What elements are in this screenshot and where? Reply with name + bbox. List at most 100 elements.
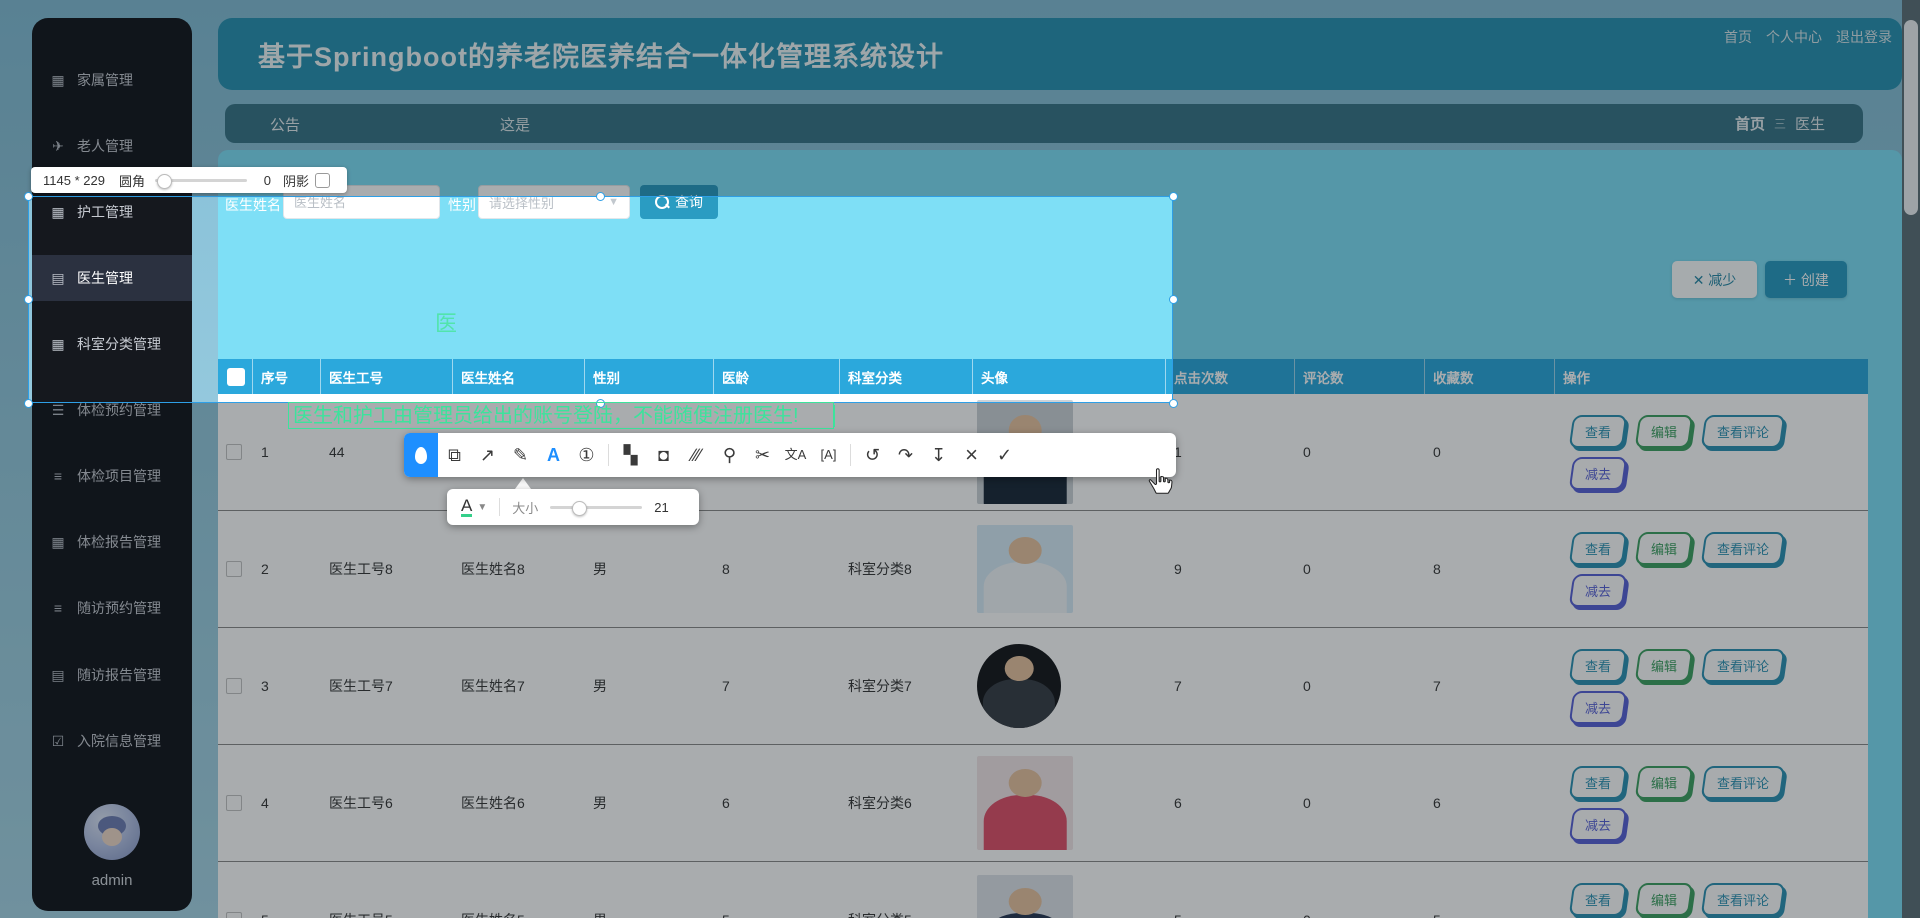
gender-select[interactable]: 请选择性别 ▼ — [478, 185, 630, 219]
row-checkbox[interactable] — [226, 795, 242, 811]
cancel-tool-icon[interactable]: × — [955, 433, 988, 477]
edit-button[interactable]: 编辑 — [1634, 765, 1694, 799]
shape-tool-icon[interactable]: ⧉ — [438, 433, 471, 477]
minus-button[interactable]: 减去 — [1568, 807, 1628, 841]
grid-icon: ▦ — [51, 71, 65, 88]
sidebar-item-0[interactable]: ▦ 家属管理 — [32, 57, 192, 103]
pen-tool-icon[interactable]: ✎ — [504, 433, 537, 477]
shadow-checkbox[interactable] — [314, 172, 330, 188]
annotation-text-box[interactable]: 医生和护工由管理员给出的账号登陆，不能随便注册医生! — [288, 402, 835, 429]
cell-no: 3 — [261, 678, 269, 694]
confirm-tool-icon[interactable]: ✓ — [988, 433, 1021, 477]
top-nav-link-1[interactable]: 个人中心 — [1766, 27, 1822, 47]
hatch-tool-icon[interactable]: ∕∕∕ — [680, 433, 713, 477]
mosaic-tool-icon[interactable]: ▚ — [614, 433, 647, 477]
cell-job: 医生工号5 — [321, 862, 453, 918]
row-checkbox[interactable] — [226, 912, 242, 918]
cell-avatar — [973, 628, 1166, 744]
sidebar-item-8[interactable]: ≡ 随访预约管理 — [32, 585, 192, 631]
selection-handle-0[interactable] — [23, 191, 33, 201]
gender-label: 性别 — [448, 197, 476, 213]
minus-button[interactable]: 减去 — [1568, 456, 1628, 490]
arrow-tool-icon[interactable]: ↗ — [471, 433, 504, 477]
ocr-tool-icon[interactable]: [A] — [812, 433, 845, 477]
view-button[interactable]: 查看 — [1568, 414, 1628, 448]
cell-age: 5 — [714, 862, 840, 918]
blur-tool-icon[interactable]: ◘ — [647, 433, 680, 477]
page-scrollbar[interactable] — [1902, 0, 1920, 918]
sidebar-item-5[interactable]: ☰ 体检预约管理 — [32, 387, 192, 433]
chevron-down-icon[interactable]: ▼ — [477, 502, 487, 513]
top-nav-link-2[interactable]: 退出登录 — [1836, 27, 1892, 47]
sidebar-item-1[interactable]: ✈ 老人管理 — [32, 123, 192, 169]
breadcrumb-home[interactable]: 首页 — [1735, 113, 1765, 134]
download-tool-icon[interactable]: ↧ — [922, 433, 955, 477]
edit-button[interactable]: 编辑 — [1634, 648, 1694, 682]
selection-handle-1[interactable] — [596, 191, 605, 201]
reduce-button[interactable]: ✕ 减少 — [1672, 261, 1757, 298]
cell-favs: 6 — [1433, 795, 1441, 811]
column-header-2: 医生工号 — [321, 359, 453, 394]
step-number-tool-icon[interactable]: ① — [570, 433, 603, 477]
notice-label: 公告 — [270, 117, 301, 134]
selection-handle-2[interactable] — [1168, 191, 1178, 201]
sidebar-item-10[interactable]: ☑ 入院信息管理 — [32, 718, 192, 764]
font-size-slider[interactable] — [550, 500, 643, 516]
selection-handle-5[interactable] — [23, 398, 33, 408]
corner-radius-slider-thumb[interactable] — [156, 173, 172, 189]
edit-button[interactable]: 编辑 — [1634, 882, 1694, 916]
select-all-checkbox[interactable] — [227, 367, 245, 386]
cell-actions: 查看编辑查看评论减去 — [1555, 511, 1868, 627]
view-button[interactable]: 查看 — [1568, 882, 1628, 916]
cmt-button[interactable]: 查看评论 — [1700, 531, 1786, 565]
doctor-name-label: 医生姓名 — [225, 197, 281, 213]
font-color-button[interactable]: A — [461, 497, 473, 517]
view-button[interactable]: 查看 — [1568, 531, 1628, 565]
corner-radius-slider[interactable] — [154, 173, 247, 189]
cmt-button[interactable]: 查看评论 — [1700, 414, 1786, 448]
crop-ocr-tool-icon[interactable]: ✂ — [746, 433, 779, 477]
top-nav-link-0[interactable]: 首页 — [1724, 27, 1752, 47]
sidebar-item-9[interactable]: ▤ 随访报告管理 — [32, 652, 192, 698]
cell-cb — [218, 511, 253, 627]
row-checkbox[interactable] — [226, 444, 242, 460]
user-avatar[interactable] — [84, 804, 140, 860]
view-button[interactable]: 查看 — [1568, 765, 1628, 799]
text-tool-icon[interactable]: A — [537, 433, 570, 477]
cmt-button[interactable]: 查看评论 — [1700, 765, 1786, 799]
row-checkbox[interactable] — [226, 678, 242, 694]
redo-tool-icon[interactable]: ↷ — [889, 433, 922, 477]
minus-button[interactable]: 减去 — [1568, 573, 1628, 607]
pin-tool-icon[interactable]: ⚲ — [713, 433, 746, 477]
selection-handle-4[interactable] — [1168, 295, 1178, 304]
sidebar-item-4[interactable]: ▦ 科室分类管理 — [32, 321, 192, 367]
sidebar-item-7[interactable]: ▦ 体检报告管理 — [32, 519, 192, 565]
create-button[interactable]: ＋ 创建 — [1765, 261, 1847, 298]
row-checkbox[interactable] — [226, 561, 242, 577]
edit-button[interactable]: 编辑 — [1634, 414, 1694, 448]
scrollbar-thumb[interactable] — [1904, 20, 1918, 215]
shadow-label: 阴影 — [282, 173, 309, 189]
edit-button[interactable]: 编辑 — [1634, 531, 1694, 565]
undo-tool-icon[interactable]: ↺ — [856, 433, 889, 477]
search-button[interactable]: 查询 — [640, 185, 718, 219]
page-title: 基于Springboot的养老院医养结合一体化管理系统设计 — [258, 41, 944, 72]
font-size-slider-thumb[interactable] — [572, 500, 588, 516]
cmt-button[interactable]: 查看评论 — [1700, 648, 1786, 682]
cell-dept: 科室分类7 — [848, 678, 912, 694]
translate-tool-icon[interactable]: 文A — [779, 433, 812, 477]
column-header-4: 性别 — [585, 359, 714, 394]
sidebar-item-2[interactable]: ▦ 护工管理 — [32, 189, 192, 235]
minus-button[interactable]: 减去 — [1568, 690, 1628, 724]
sidebar-item-3[interactable]: ▤ 医生管理 — [32, 255, 192, 301]
sidebar-item-6[interactable]: ≡ 体检项目管理 — [32, 453, 192, 499]
selection-handle-3[interactable] — [23, 295, 33, 304]
toolbar-drag-handle[interactable] — [404, 433, 438, 477]
cell-clicks: 6 — [1174, 795, 1182, 811]
selection-handle-7[interactable] — [1168, 398, 1178, 408]
cmt-button[interactable]: 查看评论 — [1700, 882, 1786, 916]
cell-no: 5 — [253, 862, 321, 918]
view-button[interactable]: 查看 — [1568, 648, 1628, 682]
cell-job: 医生工号8 — [329, 561, 393, 577]
doctor-avatar — [977, 644, 1061, 728]
